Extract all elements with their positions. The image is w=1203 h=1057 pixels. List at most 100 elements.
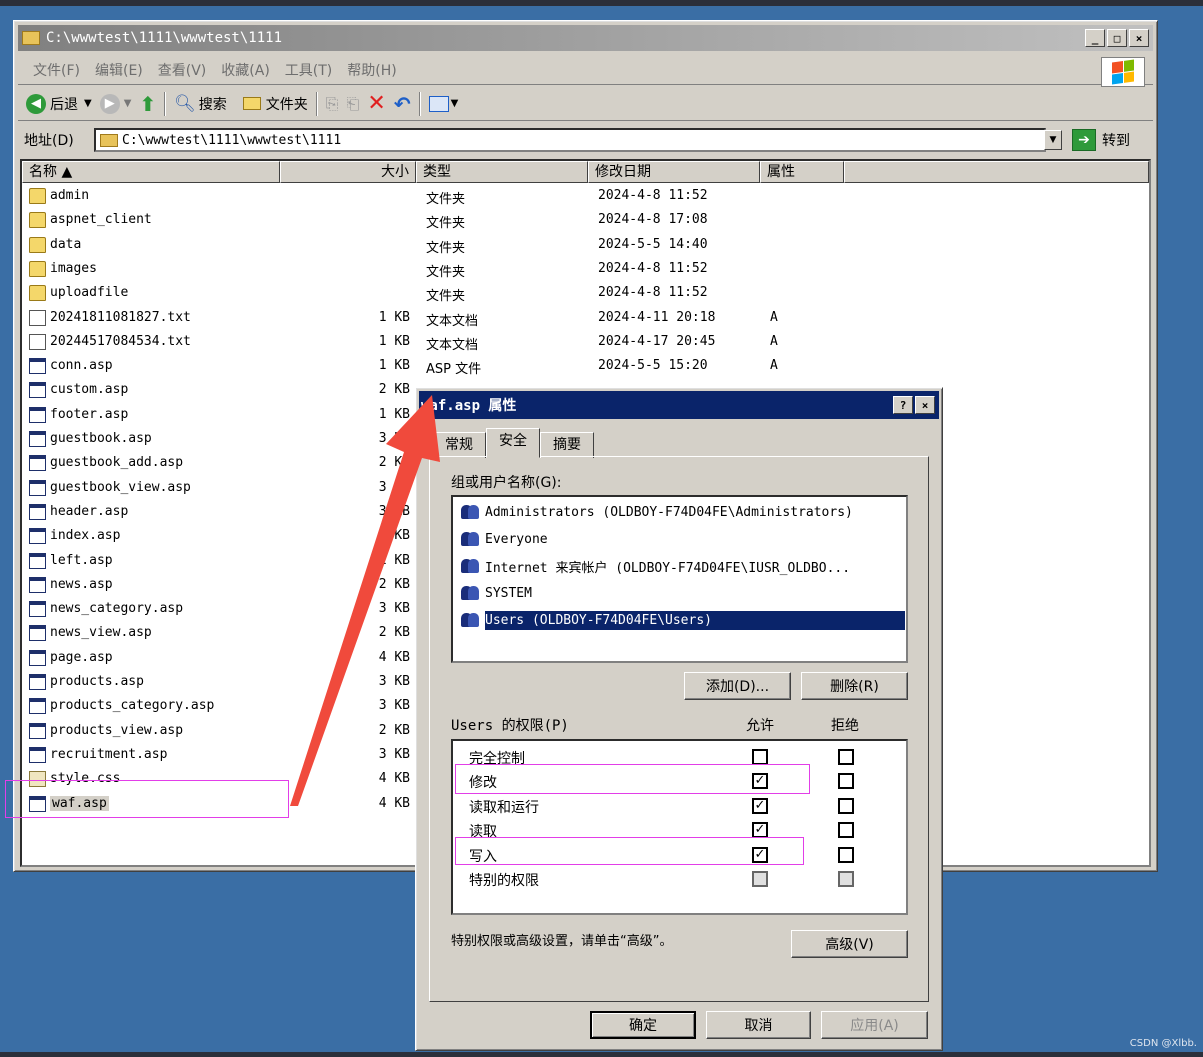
user-list-item[interactable]: Everyone xyxy=(459,528,548,550)
file-row[interactable]: data 文件夹 2024-5-5 14:40 xyxy=(22,234,1149,258)
asp-file-icon xyxy=(29,503,46,520)
file-row[interactable]: images 文件夹 2024-4-8 11:52 xyxy=(22,258,1149,282)
move-to-button[interactable]: ⎘ xyxy=(326,94,339,114)
menu-edit[interactable]: 编辑(E) xyxy=(95,60,143,80)
search-label: 搜索 xyxy=(198,96,227,113)
file-size: 4 KB xyxy=(378,795,410,811)
deny-checkbox[interactable] xyxy=(838,773,854,790)
column-date[interactable]: 修改日期 xyxy=(588,161,760,183)
deny-checkbox[interactable] xyxy=(838,749,854,765)
asp-file-icon xyxy=(29,358,46,375)
add-user-button[interactable]: 添加(D)... xyxy=(684,672,791,700)
address-input[interactable]: C:\wwwtest\1111\wwwtest\1111 xyxy=(94,128,1046,152)
file-size: 1 KB xyxy=(378,309,410,325)
dialog-titlebar[interactable]: waf.asp 属性 ? × xyxy=(419,391,939,419)
file-row[interactable]: aspnet_client 文件夹 2024-4-8 17:08 xyxy=(22,209,1149,233)
goto-button[interactable]: ➔ 转到 xyxy=(1072,129,1130,151)
file-date: 2024-4-8 11:52 xyxy=(598,260,708,276)
menu-tools[interactable]: 工具(T) xyxy=(285,60,332,80)
ok-button[interactable]: 确定 xyxy=(590,1011,696,1039)
file-name: products_view.asp xyxy=(50,722,184,738)
close-button[interactable]: × xyxy=(1129,29,1149,47)
file-attributes: A xyxy=(770,333,778,349)
file-type: 文本文档 xyxy=(426,313,479,329)
tab-general[interactable]: 常规 xyxy=(432,432,486,458)
file-size: 2 KB xyxy=(378,455,410,471)
modify-permission-highlight xyxy=(455,764,810,794)
file-name: news.asp xyxy=(50,576,113,592)
asp-file-icon xyxy=(29,382,46,399)
delete-button[interactable]: ✕ xyxy=(367,91,385,116)
forward-button[interactable]: ▶ ▼ xyxy=(99,93,131,114)
apply-button[interactable]: 应用(A) xyxy=(821,1011,928,1039)
file-size: 3 KB xyxy=(378,503,410,519)
help-button[interactable]: ? xyxy=(893,396,913,414)
file-size: 2 KB xyxy=(378,576,410,592)
file-date: 2024-4-8 17:08 xyxy=(598,212,708,228)
file-name: page.asp xyxy=(50,649,113,665)
column-type[interactable]: 类型 xyxy=(416,161,588,183)
file-row[interactable]: 20241811081827.txt 1 KB 文本文档 2024-4-11 20:1… xyxy=(22,307,1149,331)
cancel-button[interactable]: 取消 xyxy=(706,1011,811,1039)
column-size[interactable]: 大小 xyxy=(280,161,416,183)
menu-favorites[interactable]: 收藏(A) xyxy=(221,60,270,80)
allow-checkbox[interactable]: ✓ xyxy=(752,797,768,814)
folders-button[interactable]: 文件夹 xyxy=(242,94,308,114)
user-list-item[interactable]: Internet 来宾帐户 (OLDBOY-F74D04FE\IUSR_OLDB… xyxy=(459,555,850,577)
properties-dialog: waf.asp 属性 ? × 常规 安全 摘要 组或用户名称(G): Admin… xyxy=(415,387,943,1051)
file-attributes: A xyxy=(770,358,778,374)
minimize-button[interactable]: _ xyxy=(1085,29,1105,47)
views-button[interactable]: ▼ xyxy=(428,95,458,112)
address-label: 地址(D) xyxy=(24,133,74,149)
copy-to-button[interactable]: ⎗ xyxy=(347,94,360,114)
advanced-hint: 特别权限或高级设置，请单击“高级”。 xyxy=(451,934,673,949)
menu-view[interactable]: 查看(V) xyxy=(158,60,207,80)
tab-security[interactable]: 安全 xyxy=(486,428,540,458)
tab-summary[interactable]: 摘要 xyxy=(540,432,594,458)
file-row[interactable]: admin 文件夹 2024-4-8 11:52 xyxy=(22,185,1149,209)
asp-file-icon xyxy=(29,479,46,496)
back-button[interactable]: ◀ 后退 ▼ xyxy=(26,93,92,114)
file-name: images xyxy=(50,260,97,276)
folders-label: 文件夹 xyxy=(265,96,308,113)
file-row[interactable]: uploadfile 文件夹 2024-4-8 11:52 xyxy=(22,282,1149,306)
allow-checkbox[interactable] xyxy=(752,749,768,765)
up-button[interactable]: ⬆ xyxy=(139,92,156,116)
file-type: 文本文档 xyxy=(426,337,479,353)
copy-to-icon: ⎗ xyxy=(346,93,360,113)
search-button[interactable]: 🔍︎ 搜索 xyxy=(174,94,227,114)
asp-file-icon xyxy=(29,431,46,447)
undo-button[interactable]: ↶ xyxy=(394,92,411,116)
file-date: 2024-4-11 20:18 xyxy=(598,309,716,325)
asp-file-icon xyxy=(29,528,46,545)
file-size: 1 KB xyxy=(378,358,410,374)
file-size: 3 KB xyxy=(378,479,410,495)
maximize-button[interactable]: □ xyxy=(1107,29,1127,47)
menu-help[interactable]: 帮助(H) xyxy=(347,60,396,80)
user-name: Users (OLDBOY-F74D04FE\Users) xyxy=(485,610,905,630)
allow-checkbox[interactable] xyxy=(752,871,768,887)
column-name[interactable]: 名称 ▲ xyxy=(22,161,280,183)
file-row[interactable]: conn.asp 1 KB ASP 文件 2024-5-5 15:20 A xyxy=(22,355,1149,379)
user-list-item[interactable]: SYSTEM xyxy=(459,582,532,604)
explorer-title: C:\wwwtest\1111\wwwtest\1111 xyxy=(46,30,283,46)
user-list-item[interactable]: Administrators (OLDBOY-F74D04FE\Administ… xyxy=(459,501,853,523)
deny-checkbox[interactable] xyxy=(838,797,854,814)
asp-file-icon xyxy=(29,576,46,593)
advanced-button[interactable]: 高级(V) xyxy=(791,930,908,958)
address-dropdown-button[interactable]: ▼ xyxy=(1044,130,1062,150)
menu-file[interactable]: 文件(F) xyxy=(33,60,80,80)
deny-checkbox[interactable] xyxy=(838,822,854,839)
file-row[interactable]: 20244517084534.txt 1 KB 文本文档 2024-4-17 20:4… xyxy=(22,331,1149,355)
dialog-close-button[interactable]: × xyxy=(915,396,935,414)
user-list-item[interactable]: Users (OLDBOY-F74D04FE\Users) xyxy=(459,609,905,631)
column-attributes[interactable]: 属性 xyxy=(760,161,844,183)
file-name: 20244517084534.txt xyxy=(50,333,191,349)
remove-user-button[interactable]: 删除(R) xyxy=(801,672,908,700)
explorer-titlebar[interactable]: C:\wwwtest\1111\wwwtest\1111 _ □ × xyxy=(18,25,1153,51)
users-list[interactable]: Administrators (OLDBOY-F74D04FE\Administ… xyxy=(451,495,908,663)
asp-file-icon xyxy=(29,722,46,739)
allow-checkbox[interactable]: ✓ xyxy=(752,822,768,839)
deny-checkbox[interactable] xyxy=(838,871,854,887)
deny-checkbox[interactable] xyxy=(838,846,854,863)
